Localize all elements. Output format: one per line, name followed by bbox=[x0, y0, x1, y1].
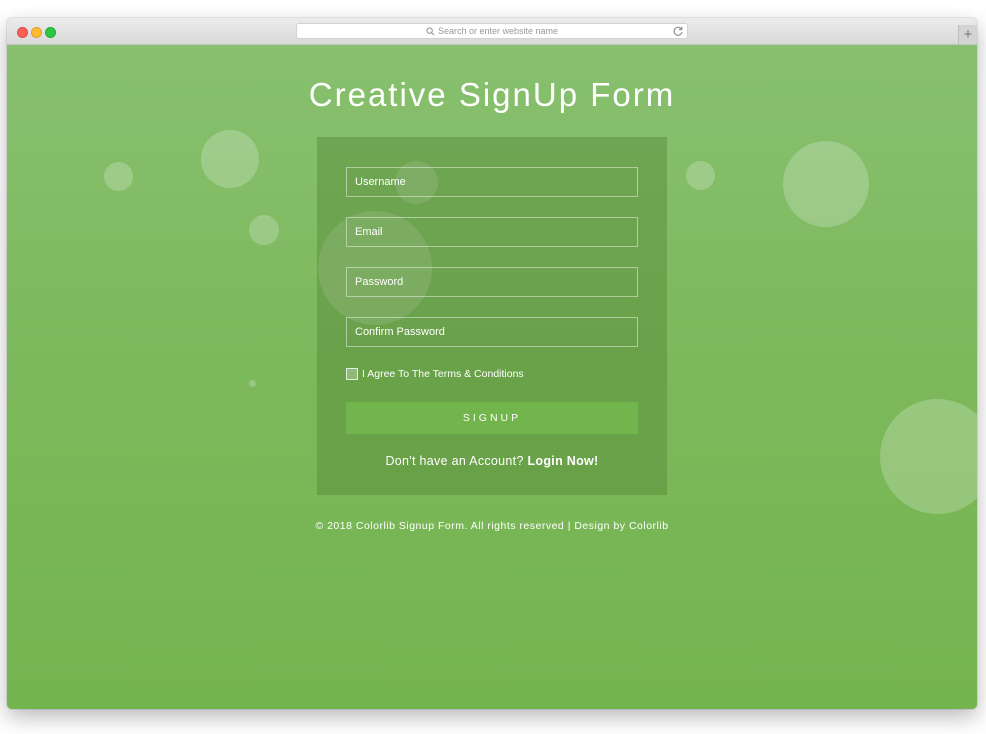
signup-form: I Agree To The Terms & Conditions SIGNUP… bbox=[317, 137, 667, 495]
browser-titlebar: Search or enter website name + bbox=[7, 18, 977, 45]
footer-designer-link[interactable]: Colorlib bbox=[629, 520, 669, 532]
footer-copyright: © 2018 Colorlib Signup Form. All rights … bbox=[315, 520, 626, 532]
password-input[interactable] bbox=[346, 267, 638, 297]
decorative-bubble bbox=[104, 162, 133, 191]
footer: © 2018 Colorlib Signup Form. All rights … bbox=[7, 520, 977, 532]
address-bar[interactable]: Search or enter website name bbox=[296, 23, 688, 39]
reload-icon[interactable] bbox=[672, 25, 684, 37]
browser-window: Search or enter website name + Creative … bbox=[7, 18, 977, 709]
login-now-link[interactable]: Login Now! bbox=[527, 454, 598, 468]
login-prompt-text: Don't have an Account? bbox=[385, 454, 524, 468]
new-tab-button[interactable]: + bbox=[958, 25, 977, 44]
decorative-bubble bbox=[686, 161, 715, 190]
minimize-window-icon[interactable] bbox=[31, 27, 42, 38]
page-content: Creative SignUp Form I Agree To The Term… bbox=[7, 45, 977, 709]
page-title: Creative SignUp Form bbox=[308, 76, 676, 113]
username-input[interactable] bbox=[346, 167, 638, 197]
decorative-bubble bbox=[249, 380, 256, 387]
decorative-bubble bbox=[783, 141, 869, 227]
decorative-bubble bbox=[249, 215, 279, 245]
login-prompt: Don't have an Account? Login Now! bbox=[317, 454, 667, 468]
terms-agreement[interactable]: I Agree To The Terms & Conditions bbox=[346, 368, 524, 380]
decorative-bubble bbox=[201, 130, 259, 188]
search-icon bbox=[426, 27, 435, 36]
signup-button[interactable]: SIGNUP bbox=[346, 402, 638, 434]
terms-label: I Agree To The Terms & Conditions bbox=[362, 368, 524, 380]
email-input[interactable] bbox=[346, 217, 638, 247]
decorative-bubble bbox=[880, 399, 977, 514]
terms-checkbox[interactable] bbox=[346, 368, 358, 380]
address-bar-placeholder: Search or enter website name bbox=[437, 26, 559, 36]
confirm-password-input[interactable] bbox=[346, 317, 638, 347]
close-window-icon[interactable] bbox=[17, 27, 28, 38]
zoom-window-icon[interactable] bbox=[45, 27, 56, 38]
